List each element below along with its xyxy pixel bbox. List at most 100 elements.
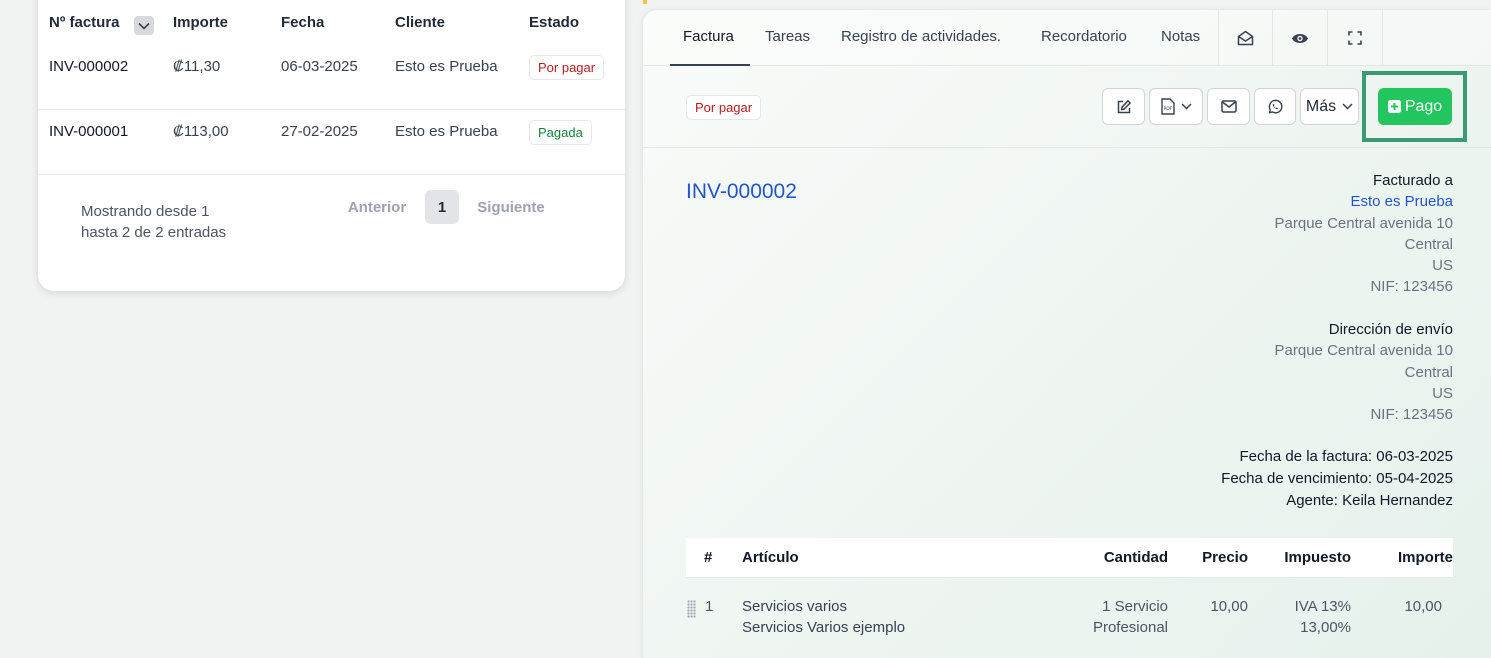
- address-line: Parque Central avenida 10: [1274, 342, 1453, 360]
- items-table-header: # Artículo Cantidad Precio Impuesto Impo…: [686, 538, 1453, 578]
- items-header-qty: Cantidad: [1103, 549, 1168, 566]
- address-line: NIF: 123456: [1370, 406, 1453, 424]
- invoice-number-title: INV-000002: [686, 180, 797, 203]
- chevron-down-icon: [1342, 103, 1353, 110]
- column-header-status[interactable]: Estado: [529, 14, 579, 31]
- divider: [643, 147, 1491, 148]
- column-header-date[interactable]: Fecha: [281, 14, 324, 31]
- invoice-date: 06-03-2025: [281, 58, 358, 75]
- invoice-detail-panel: Factura Tareas Registro de actividades. …: [643, 10, 1491, 658]
- address-line: US: [1432, 384, 1453, 402]
- address-line: Parque Central avenida 10: [1274, 214, 1453, 232]
- address-line: Central: [1404, 363, 1453, 381]
- items-header-num: #: [704, 549, 713, 566]
- envelope-open-icon: [1237, 30, 1254, 46]
- expand-icon: [1347, 31, 1362, 45]
- tab-reminder[interactable]: Recordatorio: [1041, 28, 1127, 45]
- invoice-dates: Fecha de la factura: 06-03-2025 Fecha de…: [1221, 446, 1453, 512]
- pdf-dropdown-button[interactable]: PDF: [1149, 88, 1203, 125]
- billed-to-title: Facturado a: [1372, 172, 1453, 189]
- invoice-client[interactable]: Esto es Prueba: [395, 58, 498, 75]
- items-header-amount: Importe: [1397, 549, 1453, 566]
- table-header: Nº factura Importe Fecha Cliente Estado: [38, 0, 625, 35]
- pagination-previous[interactable]: Anterior: [337, 190, 417, 224]
- address-line: NIF: 123456: [1370, 278, 1453, 296]
- pagination-page-1[interactable]: 1: [425, 190, 459, 224]
- items-header-tax: Impuesto: [1284, 549, 1351, 566]
- active-tab-indicator: [670, 64, 750, 66]
- tab-bar: Factura Tareas Registro de actividades. …: [643, 10, 1491, 66]
- address-line: Central: [1404, 235, 1453, 253]
- pay-label: Pago: [1404, 97, 1443, 115]
- mark-viewed-button[interactable]: [1218, 10, 1272, 66]
- more-dropdown-button[interactable]: Más: [1300, 88, 1359, 125]
- tab-factura[interactable]: Factura: [683, 28, 734, 45]
- entries-info: Mostrando desde 1 hasta 2 de 2 entradas: [81, 203, 227, 241]
- tab-activity-log[interactable]: Registro de actividades.: [841, 28, 1001, 45]
- invoice-number[interactable]: INV-000002: [49, 58, 128, 75]
- edit-button[interactable]: [1102, 88, 1145, 125]
- invoice-amount: ₡113,00: [173, 123, 229, 140]
- whatsapp-button[interactable]: [1254, 88, 1296, 125]
- sort-toggle[interactable]: [134, 16, 154, 35]
- fullscreen-button[interactable]: [1327, 10, 1381, 66]
- accent-line: [643, 0, 647, 4]
- tab-notes[interactable]: Notas: [1161, 28, 1200, 45]
- pagination-next[interactable]: Siguiente: [465, 190, 557, 224]
- client-link[interactable]: Esto es Prueba: [1275, 191, 1453, 212]
- pdf-file-icon: PDF: [1160, 98, 1175, 115]
- status-badge: Pagada: [529, 120, 592, 145]
- column-header-amount[interactable]: Importe: [173, 14, 228, 31]
- svg-text:PDF: PDF: [1163, 106, 1172, 112]
- whatsapp-icon: [1268, 99, 1283, 113]
- item-tax: IVA 13% 13,00%: [1295, 596, 1351, 638]
- plus-square-icon: [1387, 100, 1401, 113]
- preview-button[interactable]: [1272, 10, 1326, 66]
- email-button[interactable]: [1207, 88, 1250, 125]
- column-header-client[interactable]: Cliente: [395, 14, 445, 31]
- edit-icon: [1117, 99, 1131, 113]
- invoice-client[interactable]: Esto es Prueba: [395, 123, 498, 140]
- due-date-value: 05-04-2025: [1376, 470, 1453, 487]
- shipping-block: Dirección de envío Parque Central avenid…: [1275, 319, 1453, 425]
- eye-icon: [1291, 33, 1308, 43]
- item-tax-rate: 13,00%: [1300, 619, 1351, 636]
- tab-tareas[interactable]: Tareas: [765, 28, 810, 45]
- invoice-date-value: 06-03-2025: [1376, 448, 1453, 465]
- address-line: US: [1432, 257, 1453, 275]
- table-row[interactable]: INV-000002 ₡11,30 06-03-2025 Esto es Pru…: [38, 45, 625, 110]
- agent-label: Agente:: [1286, 492, 1338, 509]
- item-number: 1: [705, 598, 714, 615]
- item-name-block: Servicios varios Servicios Varios ejempl…: [742, 596, 905, 638]
- item-description: Servicios Varios ejemplo: [742, 619, 906, 636]
- item-tax-name: IVA 13%: [1294, 598, 1351, 615]
- table-row[interactable]: INV-000001 ₡113,00 27-02-2025 Esto es Pr…: [38, 110, 625, 175]
- due-date-label: Fecha de vencimiento:: [1221, 470, 1373, 487]
- chevron-down-icon: [138, 22, 150, 30]
- shipping-title: Dirección de envío: [1328, 321, 1453, 338]
- invoice-date-label: Fecha de la factura:: [1239, 448, 1373, 465]
- agent-value: Keila Hernandez: [1342, 492, 1453, 509]
- item-amount: 10,00: [1404, 598, 1442, 615]
- add-payment-button[interactable]: Pago: [1378, 88, 1452, 125]
- invoice-amount: ₡11,30: [173, 58, 221, 75]
- envelope-icon: [1220, 100, 1237, 113]
- item-price: 10,00: [1210, 598, 1248, 615]
- status-badge: Por pagar: [686, 95, 762, 120]
- chevron-down-icon: [1180, 103, 1192, 110]
- item-qty-unit: Profesional: [1092, 619, 1168, 636]
- invoice-list-panel: Nº factura Importe Fecha Cliente Estado …: [38, 0, 625, 291]
- billed-to-block: Facturado a Esto es Prueba Parque Centra…: [1275, 170, 1453, 298]
- items-header-price: Precio: [1202, 549, 1248, 566]
- status-badge: Por pagar: [529, 55, 605, 80]
- item-quantity: 1 Servicio Profesional: [1093, 596, 1168, 638]
- item-name: Servicios varios: [742, 598, 848, 615]
- drag-handle-icon[interactable]: [687, 600, 696, 618]
- more-label: Más: [1305, 97, 1337, 115]
- items-header-item: Artículo: [742, 549, 799, 566]
- invoice-number[interactable]: INV-000001: [49, 123, 128, 140]
- column-header-number[interactable]: Nº factura: [49, 14, 120, 31]
- table-row: 1 Servicios varios Servicios Varios ejem…: [686, 588, 1453, 658]
- item-qty-value: 1 Servicio: [1102, 598, 1168, 615]
- tab-divider: [1382, 10, 1383, 66]
